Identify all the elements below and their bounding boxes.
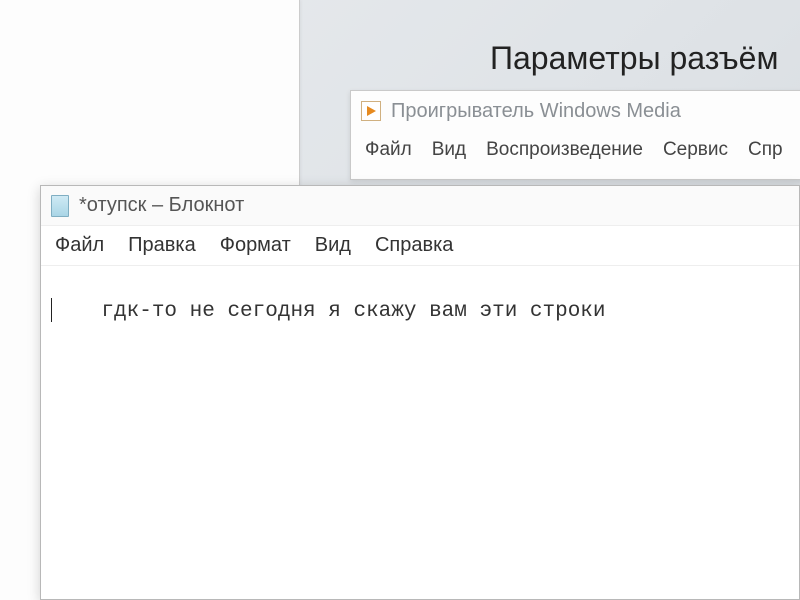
bg-fragment: за в: [0, 214, 40, 237]
wmp-menubar: Файл Вид Воспроизведение Сервис Спр: [351, 131, 800, 169]
notepad-menu-help[interactable]: Справка: [375, 234, 453, 257]
wmp-title-text: Проигрыватель Windows Media: [391, 100, 681, 123]
wmp-menu-playback[interactable]: Воспроизведение: [486, 139, 643, 161]
wmp-titlebar[interactable]: Проигрыватель Windows Media: [351, 91, 800, 131]
notepad-textarea[interactable]: гдк-то не сегодня я скажу вам эти строки: [41, 266, 799, 599]
notepad-content: гдк-то не сегодня я скажу вам эти строки: [101, 300, 605, 323]
notepad-titlebar[interactable]: *отупск – Блокнот: [41, 186, 799, 226]
wmp-window[interactable]: Проигрыватель Windows Media Файл Вид Вос…: [350, 90, 800, 180]
wmp-play-icon: [361, 101, 381, 121]
wmp-menu-file[interactable]: Файл: [365, 139, 412, 161]
notepad-window[interactable]: *отупск – Блокнот Файл Правка Формат Вид…: [40, 185, 800, 600]
notepad-menubar: Файл Правка Формат Вид Справка: [41, 226, 799, 266]
bg-fragment: шни: [0, 412, 40, 435]
wmp-menu-help[interactable]: Спр: [748, 139, 783, 161]
bg-fragment: ами: [0, 303, 40, 326]
notepad-menu-format[interactable]: Формат: [220, 234, 291, 257]
notepad-icon: [51, 195, 69, 217]
notepad-title-text: *отупск – Блокнот: [79, 194, 244, 217]
text-caret: [51, 298, 52, 322]
bg-fragment: ный: [0, 95, 40, 118]
wmp-menu-service[interactable]: Сервис: [663, 139, 728, 161]
settings-heading: Параметры разъём: [490, 40, 778, 77]
notepad-menu-edit[interactable]: Правка: [128, 234, 196, 257]
bg-fragment-console: Console: [0, 0, 40, 19]
notepad-menu-view[interactable]: Вид: [315, 234, 351, 257]
notepad-menu-file[interactable]: Файл: [55, 234, 104, 257]
wmp-menu-view[interactable]: Вид: [432, 139, 466, 161]
bg-fragment: ва э: [0, 531, 40, 554]
